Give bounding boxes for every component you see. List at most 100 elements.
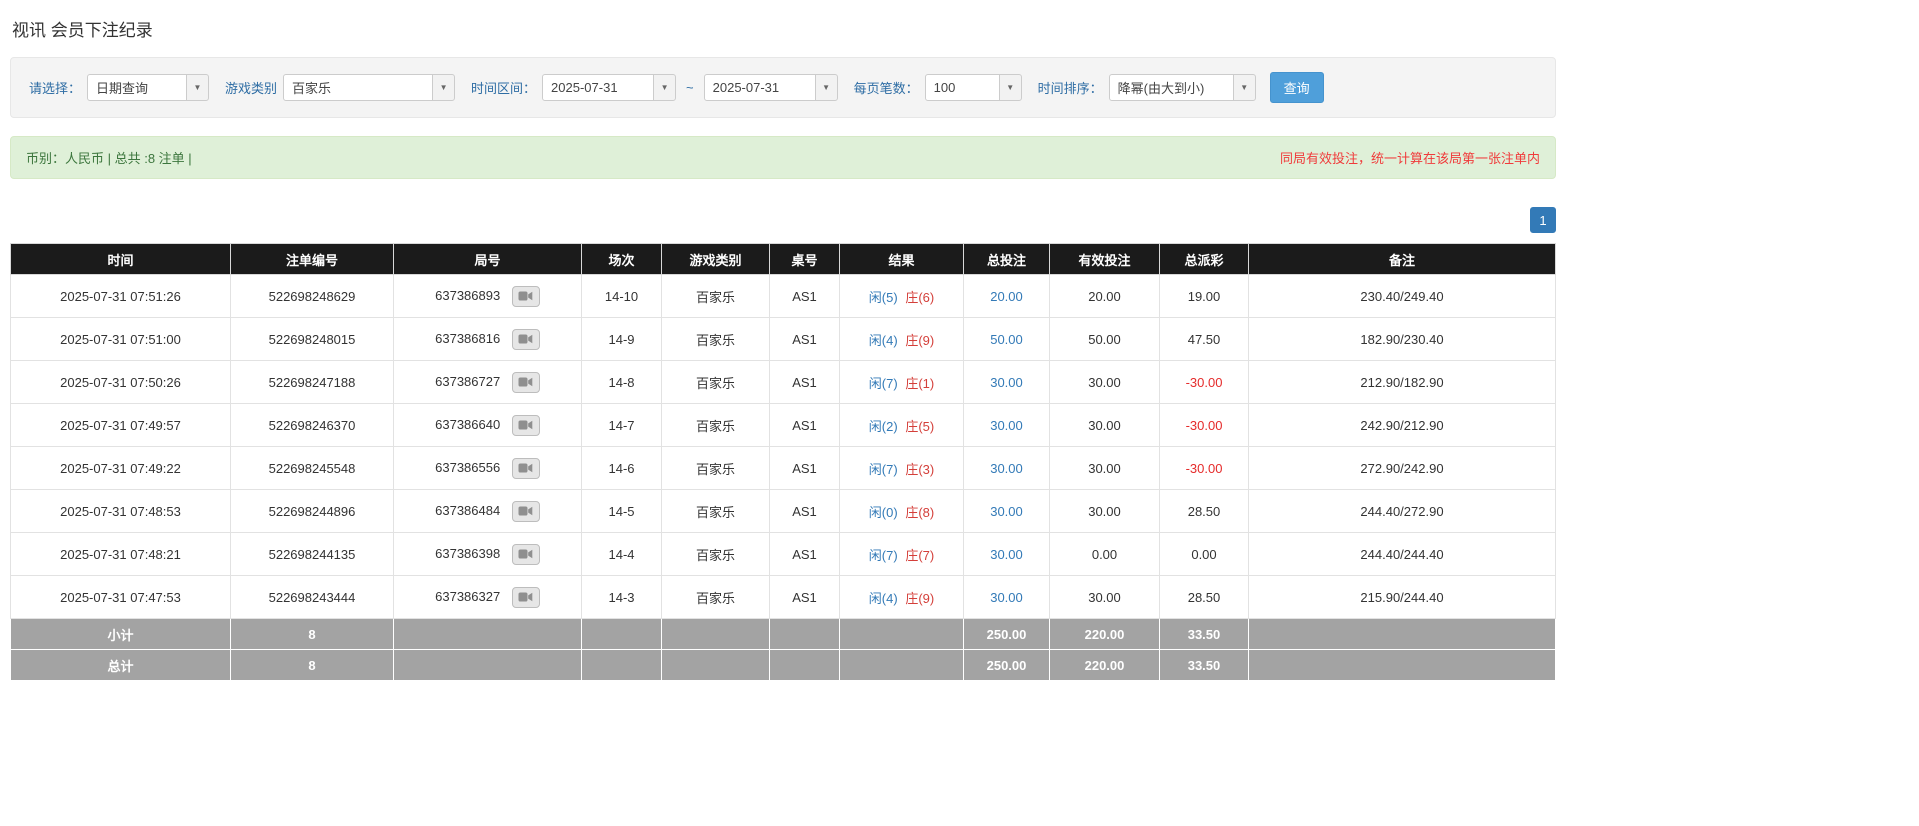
game-type-input[interactable] (283, 74, 434, 101)
result-banker: 庄(9) (905, 332, 935, 348)
subtotal-row: 小计 8 250.00 220.00 33.50 (10, 618, 1556, 650)
result-banker: 庄(1) (905, 375, 935, 391)
header-session: 场次 (581, 243, 662, 275)
cell-valid-bet: 30.00 (1049, 575, 1160, 619)
search-button[interactable]: 查询 (1269, 72, 1324, 103)
cell-time: 2025-07-31 07:51:00 (10, 317, 231, 361)
total-bet-link[interactable]: 20.00 (990, 289, 1023, 304)
total-count: 8 (230, 649, 394, 681)
replay-video-button[interactable] (511, 414, 540, 436)
chevron-down-icon[interactable]: ▼ (653, 74, 677, 101)
summary-bar: 币别：人民币 | 总共 :8 注单 | 同局有效投注，统一计算在该局第一张注单内 (10, 136, 1556, 179)
round-id-value: 637386727 (435, 373, 501, 389)
table-header: 时间 注单编号 局号 场次 游戏类别 桌号 结果 总投注 有效投注 总派彩 备注 (10, 243, 1556, 275)
cell-payout: 0.00 (1159, 532, 1249, 576)
query-type-input[interactable] (87, 74, 188, 101)
total-bet-link[interactable]: 30.00 (990, 547, 1023, 562)
cell-note: 244.40/244.40 (1248, 532, 1556, 576)
total-bet-link[interactable]: 30.00 (990, 375, 1023, 390)
cell-round-id: 637386816 (393, 317, 582, 361)
bet-records-table: 时间 注单编号 局号 场次 游戏类别 桌号 结果 总投注 有效投注 总派彩 备注… (10, 243, 1556, 681)
date-range-label: 时间区间： (471, 81, 537, 96)
page-button-1[interactable]: 1 (1530, 207, 1556, 233)
replay-video-button[interactable] (511, 285, 540, 307)
header-total-bet: 总投注 (963, 243, 1050, 275)
header-payout: 总派彩 (1159, 243, 1249, 275)
chevron-down-icon[interactable]: ▼ (814, 74, 838, 101)
header-time: 时间 (10, 243, 231, 275)
replay-video-button[interactable] (511, 543, 540, 565)
chevron-down-icon[interactable]: ▼ (432, 74, 456, 101)
result-player: 闲(4) (868, 332, 898, 348)
cell-payout: 47.50 (1159, 317, 1249, 361)
table-body: 2025-07-31 07:51:26 522698248629 6373868… (10, 274, 1556, 619)
replay-video-button[interactable] (511, 371, 540, 393)
cell-note: 230.40/249.40 (1248, 274, 1556, 318)
cell-table-no: AS1 (769, 317, 840, 361)
game-type-combobox: ▼ (283, 74, 456, 101)
cell-game-type: 百家乐 (661, 403, 770, 447)
replay-video-button[interactable] (511, 586, 540, 608)
cell-time: 2025-07-31 07:49:57 (10, 403, 231, 447)
total-bet-link[interactable]: 30.00 (990, 461, 1023, 476)
cell-table-no: AS1 (769, 489, 840, 533)
replay-video-button[interactable] (511, 328, 540, 350)
header-round-id: 局号 (393, 243, 582, 275)
cell-table-no: AS1 (769, 575, 840, 619)
cell-bet-id: 522698248015 (230, 317, 394, 361)
total-bet-link[interactable]: 30.00 (990, 590, 1023, 605)
cell-valid-bet: 50.00 (1049, 317, 1160, 361)
cell-session: 14-10 (581, 274, 662, 318)
chevron-down-icon[interactable]: ▼ (1232, 74, 1256, 101)
total-bet-link[interactable]: 30.00 (990, 504, 1023, 519)
cell-result: 闲(4) 庄(9) (839, 575, 964, 619)
time-sort-input[interactable] (1108, 74, 1234, 101)
table-row: 2025-07-31 07:50:26 522698247188 6373867… (10, 360, 1556, 404)
total-total-bet: 250.00 (963, 649, 1050, 681)
cell-session: 14-6 (581, 446, 662, 490)
total-bet-link[interactable]: 50.00 (990, 332, 1023, 347)
cell-total-bet: 30.00 (963, 403, 1050, 447)
chevron-down-icon[interactable]: ▼ (186, 74, 210, 101)
result-player: 闲(5) (868, 289, 898, 305)
total-valid-bet: 220.00 (1049, 649, 1160, 681)
cell-game-type: 百家乐 (661, 489, 770, 533)
date-from-input[interactable] (542, 74, 655, 101)
currency-total-text: 币别：人民币 | 总共 :8 注单 | (26, 151, 192, 166)
cell-valid-bet: 30.00 (1049, 489, 1160, 533)
page-size-input[interactable] (924, 74, 1000, 101)
header-result: 结果 (839, 243, 964, 275)
replay-video-button[interactable] (511, 457, 540, 479)
cell-note: 272.90/242.90 (1248, 446, 1556, 490)
cell-time: 2025-07-31 07:50:26 (10, 360, 231, 404)
cell-bet-id: 522698246370 (230, 403, 394, 447)
cell-result: 闲(7) 庄(3) (839, 446, 964, 490)
cell-game-type: 百家乐 (661, 360, 770, 404)
grand-total-row: 总计 8 250.00 220.00 33.50 (10, 649, 1556, 681)
table-row: 2025-07-31 07:49:57 522698246370 6373866… (10, 403, 1556, 447)
cell-session: 14-5 (581, 489, 662, 533)
cell-total-bet: 30.00 (963, 489, 1050, 533)
cell-session: 14-3 (581, 575, 662, 619)
cell-total-bet: 30.00 (963, 575, 1050, 619)
subtotal-valid-bet: 220.00 (1049, 618, 1160, 650)
video-camera-icon (518, 376, 533, 388)
round-id-value: 637386398 (435, 545, 501, 561)
replay-video-button[interactable] (511, 500, 540, 522)
date-to-input[interactable] (703, 74, 816, 101)
page-size-label: 每页笔数： (853, 81, 919, 96)
cell-result: 闲(7) 庄(1) (839, 360, 964, 404)
page-size-combobox: ▼ (924, 74, 1022, 101)
cell-game-type: 百家乐 (661, 317, 770, 361)
cell-bet-id: 522698245548 (230, 446, 394, 490)
cell-round-id: 637386556 (393, 446, 582, 490)
table-row: 2025-07-31 07:51:00 522698248015 6373868… (10, 317, 1556, 361)
cell-result: 闲(0) 庄(8) (839, 489, 964, 533)
table-row: 2025-07-31 07:47:53 522698243444 6373863… (10, 575, 1556, 619)
total-bet-link[interactable]: 30.00 (990, 418, 1023, 433)
cell-valid-bet: 30.00 (1049, 446, 1160, 490)
result-player: 闲(7) (868, 461, 898, 477)
chevron-down-icon[interactable]: ▼ (998, 74, 1022, 101)
cell-session: 14-8 (581, 360, 662, 404)
cell-bet-id: 522698243444 (230, 575, 394, 619)
